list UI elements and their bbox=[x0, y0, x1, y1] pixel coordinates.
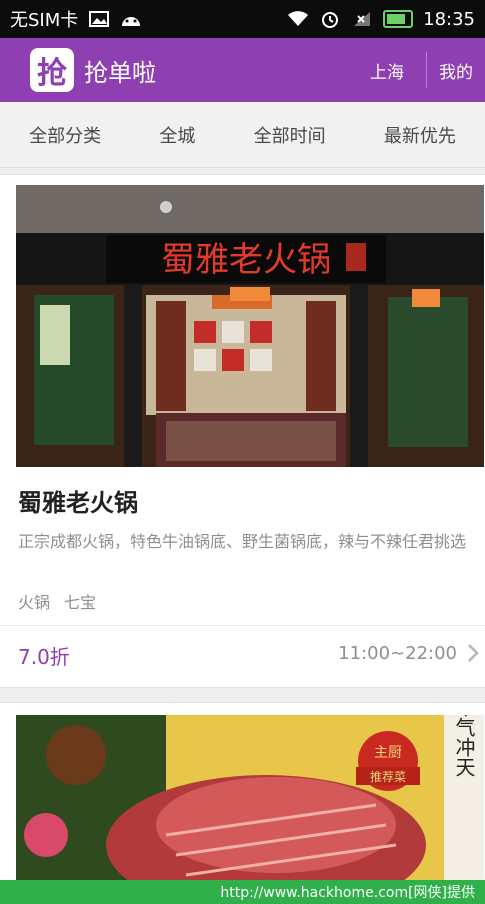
signal-icon bbox=[351, 10, 373, 28]
city-selector-button[interactable]: 上海 bbox=[348, 58, 426, 83]
status-bar: 无SIM卡 18:35 bbox=[0, 0, 485, 38]
clock: 18:35 bbox=[423, 8, 475, 30]
app-title: 抢单啦 bbox=[84, 58, 156, 87]
restaurant-name: 蜀雅老火锅 bbox=[18, 489, 138, 517]
filter-newest-first[interactable]: 最新优先 bbox=[384, 122, 456, 148]
badge-top: 主厨 bbox=[374, 745, 402, 761]
filter-whole-city[interactable]: 全城 bbox=[159, 122, 195, 148]
restaurant-sign: 蜀雅老火锅 bbox=[161, 240, 331, 280]
alarm-icon bbox=[319, 10, 341, 28]
card-divider bbox=[0, 625, 485, 626]
dish-photo[interactable]: 主厨 推荐菜 牛气冲天 bbox=[16, 715, 484, 880]
discount-label: 7.0折 bbox=[18, 645, 70, 669]
mine-button[interactable]: 我的 bbox=[427, 58, 473, 83]
watermark-bar: http://www.hackhome.com[网侠]提供 bbox=[0, 880, 485, 904]
badge-bottom: 推荐菜 bbox=[370, 770, 406, 784]
watermark-text: http://www.hackhome.com[网侠]提供 bbox=[220, 885, 475, 901]
filter-all-categories[interactable]: 全部分类 bbox=[29, 122, 101, 148]
wifi-icon bbox=[287, 10, 309, 28]
tag-list: 火锅 七宝 bbox=[18, 589, 96, 613]
chevron-right-icon[interactable] bbox=[467, 643, 479, 668]
app-bar: 抢 抢单啦 上海 我的 bbox=[0, 38, 485, 102]
battery-icon bbox=[383, 10, 414, 28]
deal-list[interactable]: 蜀雅老火锅 蜀雅老火锅 正宗成都火锅，特色牛油锅底、野生菌锅底，辣与不辣任君挑选… bbox=[0, 168, 485, 880]
deal-card[interactable]: 蜀雅老火锅 蜀雅老火锅 正宗成都火锅，特色牛油锅底、野生菌锅底，辣与不辣任君挑选… bbox=[0, 174, 485, 688]
restaurant-description: 正宗成都火锅，特色牛油锅底、野生菌锅底，辣与不辣任君挑选 bbox=[18, 532, 467, 551]
image-icon bbox=[88, 10, 110, 28]
business-hours: 11:00~22:00 bbox=[338, 643, 457, 664]
deal-card[interactable]: 主厨 推荐菜 牛气冲天 bbox=[0, 702, 485, 880]
filter-bar: 全部分类 全城 全部时间 最新优先 bbox=[0, 102, 485, 168]
tag-category: 火锅 bbox=[18, 593, 51, 612]
tag-area: 七宝 bbox=[64, 593, 97, 612]
restaurant-photo[interactable]: 蜀雅老火锅 bbox=[16, 185, 484, 467]
android-icon bbox=[120, 10, 142, 28]
filter-all-time[interactable]: 全部时间 bbox=[254, 122, 326, 148]
dish-side-text: 牛气冲天 bbox=[452, 715, 476, 777]
app-logo: 抢 bbox=[30, 48, 74, 92]
carrier-label: 无SIM卡 bbox=[10, 10, 79, 31]
